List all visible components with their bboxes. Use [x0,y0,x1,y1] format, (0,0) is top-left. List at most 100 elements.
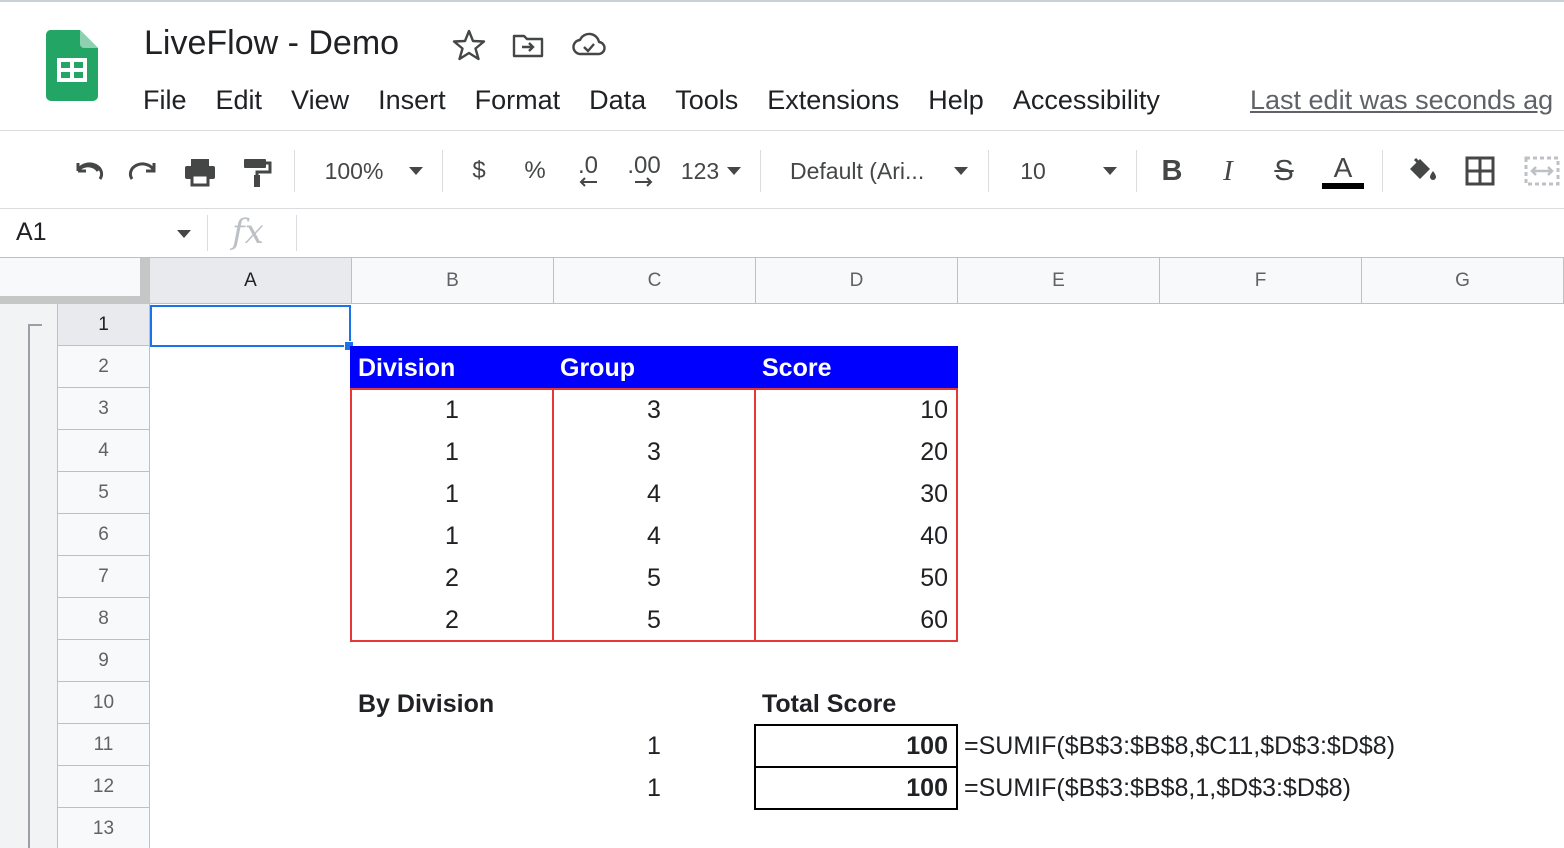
table-cell[interactable]: 30 [756,473,956,515]
table-cell[interactable]: 4 [554,473,754,515]
table-cell[interactable]: 20 [756,431,956,473]
menu-tools[interactable]: Tools [675,82,752,118]
print-icon[interactable] [182,151,218,191]
zoom-select[interactable]: 100% [318,151,390,191]
table-cell[interactable]: 60 [756,599,956,641]
table-cell[interactable]: 1 [352,431,552,473]
total-score-cell[interactable]: 100 [756,725,956,767]
menu-edit[interactable]: Edit [216,82,277,118]
menu-insert[interactable]: Insert [378,82,460,118]
frozen-columns-handle[interactable] [140,258,150,304]
undo-icon[interactable] [70,151,106,191]
column-header-c[interactable]: C [554,258,756,304]
document-title[interactable]: LiveFlow - Demo [144,24,399,63]
frozen-rows-handle[interactable] [0,296,150,304]
row-group-bracket[interactable] [28,324,30,848]
table-cell[interactable]: 5 [554,599,754,641]
star-icon[interactable] [452,28,486,62]
increase-decimals-button[interactable]: .00 [622,151,666,191]
column-header-e[interactable]: E [958,258,1160,304]
table-cell[interactable]: 2 [352,557,552,599]
menu-extensions[interactable]: Extensions [767,82,913,118]
menu-help[interactable]: Help [928,82,998,118]
row-header-1[interactable]: 1 [58,304,150,346]
arrow-right-icon [635,177,653,187]
row-header-4[interactable]: 4 [58,430,150,472]
merge-cells-icon[interactable] [1522,151,1562,191]
menu-format[interactable]: Format [475,82,575,118]
by-division-label[interactable]: By Division [350,683,552,725]
table-cell[interactable]: 40 [756,515,956,557]
menu-file[interactable]: File [143,82,201,118]
row-header-5[interactable]: 5 [58,472,150,514]
total-score-cell[interactable]: 100 [756,767,956,809]
column-header-b[interactable]: B [352,258,554,304]
table-header-group[interactable]: Group [552,347,754,389]
name-box-dropdown-icon[interactable] [177,230,191,238]
column-header-f[interactable]: F [1160,258,1362,304]
formula-note[interactable]: =SUMIF($B$3:$B$8,$C11,$D$3:$D$8) [964,725,1484,767]
last-edit-link[interactable]: Last edit was seconds ag [1250,82,1553,118]
decrease-decimals-button[interactable]: .0 [568,151,608,191]
total-score-label[interactable]: Total Score [754,683,956,725]
font-dropdown-icon[interactable] [950,151,972,191]
table-cell[interactable]: 4 [554,515,754,557]
cloud-saved-icon[interactable] [572,28,606,62]
row-header-11[interactable]: 11 [58,724,150,766]
italic-button[interactable]: I [1212,151,1244,191]
table-cell[interactable]: 2 [352,599,552,641]
redo-icon[interactable] [126,151,162,191]
column-header-d[interactable]: D [756,258,958,304]
table-cell[interactable]: 1 [352,515,552,557]
strikethrough-button[interactable]: S [1268,151,1300,191]
menu-data[interactable]: Data [589,82,660,118]
row-header-2[interactable]: 2 [58,346,150,388]
table-cell[interactable]: 10 [756,389,956,431]
table-cell[interactable]: 50 [756,557,956,599]
column-header-g[interactable]: G [1362,258,1564,304]
menu-accessibility[interactable]: Accessibility [1013,82,1174,118]
toolbar-separator [988,150,989,192]
table-cell[interactable]: 5 [554,557,754,599]
table-cell[interactable]: 1 [352,389,552,431]
paint-format-icon[interactable] [240,151,274,191]
row-header-8[interactable]: 8 [58,598,150,640]
table-header-score[interactable]: Score [754,347,956,389]
font-size-dropdown-icon[interactable] [1099,151,1121,191]
formula-note[interactable]: =SUMIF($B$3:$B$8,1,$D$3:$D$8) [964,767,1484,809]
row-header-9[interactable]: 9 [58,640,150,682]
zoom-dropdown-icon[interactable] [404,151,428,191]
formula-input[interactable] [310,218,1550,250]
text-color-button[interactable]: A [1322,151,1364,191]
bold-button[interactable]: B [1156,151,1188,191]
selected-cell-a1[interactable] [150,305,351,347]
row-header-7[interactable]: 7 [58,556,150,598]
division-criteria-cell[interactable]: 1 [554,767,754,809]
row-header-13[interactable]: 13 [58,808,150,848]
table-cell[interactable]: 1 [352,473,552,515]
name-box[interactable]: A1 [16,218,47,247]
row-header-12[interactable]: 12 [58,766,150,808]
currency-format-button[interactable]: $ [464,151,494,191]
move-to-folder-icon[interactable] [511,28,545,62]
row-header-10[interactable]: 10 [58,682,150,724]
toolbar: 100% $ % .0 .00 123 Default (Ari... 10 B… [0,131,1564,209]
sheets-logo-icon[interactable] [46,30,98,102]
more-formats-dropdown-icon[interactable] [724,151,744,191]
percent-format-button[interactable]: % [520,151,550,191]
table-cell[interactable]: 3 [554,389,754,431]
row-header-6[interactable]: 6 [58,514,150,556]
text-color-swatch [1322,183,1364,189]
borders-icon[interactable] [1462,151,1498,191]
font-size-select[interactable]: 10 [1016,151,1050,191]
font-family-select[interactable]: Default (Ari... [790,151,940,191]
toolbar-separator [1382,150,1383,192]
division-criteria-cell[interactable]: 1 [554,725,754,767]
table-cell[interactable]: 3 [554,431,754,473]
menu-view[interactable]: View [291,82,363,118]
fill-color-icon[interactable] [1402,151,1438,191]
column-header-a[interactable]: A [150,258,352,304]
table-header-division[interactable]: Division [350,347,552,389]
row-header-3[interactable]: 3 [58,388,150,430]
more-formats-button[interactable]: 123 [678,151,722,191]
